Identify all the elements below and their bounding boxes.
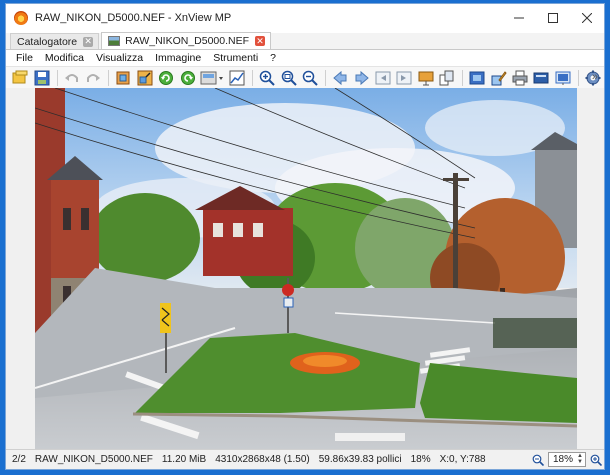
tab-catalogatore[interactable]: Catalogatore ✕ xyxy=(10,33,100,49)
image-viewer[interactable] xyxy=(6,88,604,449)
previous-image-button[interactable] xyxy=(330,68,350,88)
close-icon xyxy=(582,13,592,23)
menu-file[interactable]: File xyxy=(10,52,39,64)
toolbar: » xyxy=(6,66,604,90)
window-controls xyxy=(502,4,604,32)
zoom-in-small-icon[interactable] xyxy=(590,454,602,466)
status-filename: RAW_NIKON_D5000.NEF xyxy=(34,454,153,465)
status-zoom: 18% xyxy=(410,454,431,465)
adjust-button[interactable] xyxy=(199,68,226,88)
scanner-icon xyxy=(533,72,549,84)
compare-icon xyxy=(439,70,454,86)
maximize-button[interactable] xyxy=(536,4,570,32)
tab-label: Catalogatore xyxy=(17,35,78,48)
prev-icon xyxy=(333,70,347,86)
menu-help[interactable]: ? xyxy=(264,52,282,64)
levels-icon xyxy=(229,70,245,86)
zoom-fit-button[interactable] xyxy=(278,68,298,88)
tab-bar: Catalogatore ✕ RAW_NIKON_D5000.NEF ✕ xyxy=(6,32,604,50)
window-title: RAW_NIKON_D5000.NEF - XnView MP xyxy=(35,12,232,24)
wallpaper-button[interactable] xyxy=(553,68,573,88)
status-print-size: 59.86x39.83 pollici xyxy=(318,454,402,465)
next-icon xyxy=(355,70,369,86)
toolbar-separator xyxy=(252,70,254,86)
rotate-left-icon xyxy=(159,71,174,85)
menu-strumenti[interactable]: Strumenti xyxy=(207,52,264,64)
undo-icon xyxy=(64,74,78,82)
menu-bar: File Modifica Visualizza Immagine Strume… xyxy=(6,50,604,66)
menu-modifica[interactable]: Modifica xyxy=(39,52,90,64)
zoom-level-input[interactable]: 18% ▲ ▼ xyxy=(548,452,586,467)
browser-icon xyxy=(12,70,28,84)
status-dimensions: 4310x2868x48 (1.50) xyxy=(215,454,310,465)
status-page: 2/2 xyxy=(12,454,26,465)
zoom-out-icon xyxy=(302,70,318,86)
status-coordinates: X:0, Y:788 xyxy=(439,454,486,465)
street-photo xyxy=(35,88,577,449)
zoom-out-button[interactable] xyxy=(300,68,320,88)
minimize-icon xyxy=(514,17,524,19)
rotate-right-icon xyxy=(180,71,195,85)
maximize-icon xyxy=(548,13,558,23)
menu-visualizza[interactable]: Visualizza xyxy=(90,52,149,64)
toolbar-overflow-icon[interactable]: » xyxy=(592,71,598,83)
zoom-spinner-icon[interactable]: ▲ ▼ xyxy=(576,453,584,465)
tab-close-icon[interactable]: ✕ xyxy=(83,36,94,47)
adjust-icon xyxy=(200,71,224,85)
zoom-in-button[interactable] xyxy=(257,68,277,88)
edit-icon xyxy=(491,71,507,86)
status-bar: 2/2 RAW_NIKON_D5000.NEF 11.20 MiB 4310x2… xyxy=(6,449,604,469)
next-image-button[interactable] xyxy=(351,68,371,88)
resize-icon xyxy=(137,70,153,86)
tab-close-icon[interactable]: ✕ xyxy=(255,36,266,46)
fullscreen-button[interactable] xyxy=(467,68,487,88)
first-icon xyxy=(375,71,391,85)
crop-icon xyxy=(116,71,130,85)
title-bar: RAW_NIKON_D5000.NEF - XnView MP xyxy=(6,4,604,32)
crop-button[interactable] xyxy=(113,68,133,88)
menu-immagine[interactable]: Immagine xyxy=(149,52,207,64)
slideshow-icon xyxy=(418,71,434,86)
zoom-out-small-icon[interactable] xyxy=(532,454,544,466)
compare-button[interactable] xyxy=(437,68,457,88)
zoom-fit-icon xyxy=(281,70,297,86)
browser-button[interactable] xyxy=(10,68,30,88)
minimize-button[interactable] xyxy=(502,4,536,32)
close-button[interactable] xyxy=(570,4,604,32)
levels-button[interactable] xyxy=(227,68,247,88)
resize-button[interactable] xyxy=(135,68,155,88)
undo-button[interactable] xyxy=(62,68,82,88)
first-image-button[interactable] xyxy=(373,68,393,88)
zoom-controls: 18% ▲ ▼ xyxy=(532,451,602,468)
last-icon xyxy=(396,71,412,85)
xnview-logo-icon xyxy=(14,11,28,25)
photo-canvas[interactable] xyxy=(35,88,577,449)
rotate-left-button[interactable] xyxy=(156,68,176,88)
fullscreen-icon xyxy=(469,71,485,85)
rotate-right-button[interactable] xyxy=(177,68,197,88)
edit-button[interactable] xyxy=(488,68,508,88)
save-icon xyxy=(34,70,50,86)
toolbar-separator xyxy=(56,70,58,86)
slideshow-button[interactable] xyxy=(415,68,435,88)
zoom-in-icon xyxy=(260,70,275,86)
toolbar-separator xyxy=(462,70,464,86)
last-image-button[interactable] xyxy=(394,68,414,88)
redo-button[interactable] xyxy=(83,68,103,88)
image-thumbnail-icon xyxy=(108,36,121,46)
scanner-button[interactable] xyxy=(531,68,551,88)
app-window: RAW_NIKON_D5000.NEF - XnView MP Cataloga… xyxy=(5,3,605,470)
redo-icon xyxy=(87,74,101,82)
toolbar-separator xyxy=(325,70,327,86)
save-button[interactable] xyxy=(31,68,51,88)
toolbar-separator xyxy=(577,70,579,86)
tab-raw-image[interactable]: RAW_NIKON_D5000.NEF ✕ xyxy=(101,32,272,49)
print-icon xyxy=(512,70,528,86)
toolbar-separator xyxy=(108,70,110,86)
tab-label: RAW_NIKON_D5000.NEF xyxy=(125,35,250,47)
wallpaper-icon xyxy=(555,71,571,85)
print-button[interactable] xyxy=(510,68,530,88)
zoom-level-value: 18% xyxy=(553,454,574,465)
status-filesize: 11.20 MiB xyxy=(161,454,207,465)
